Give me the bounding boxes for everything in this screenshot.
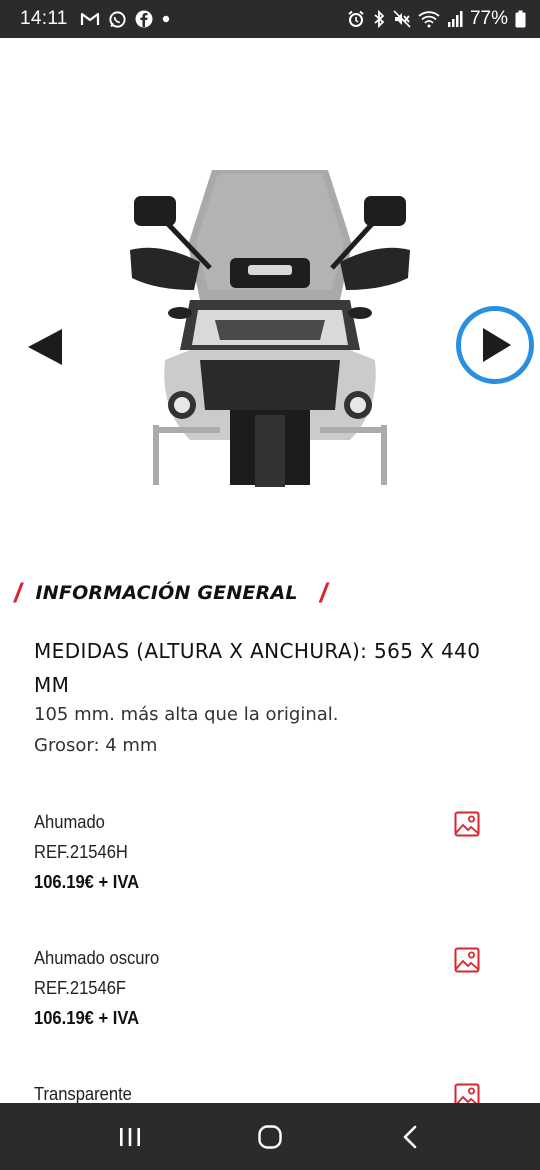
spec-title: MEDIDAS (ALTURA X ANCHURA): 565 X 440 MM	[34, 639, 481, 697]
back-button[interactable]	[380, 1112, 440, 1162]
product-carousel	[0, 38, 540, 548]
system-nav-bar	[0, 1103, 540, 1170]
prev-arrow-icon	[28, 329, 62, 365]
gallery-image-icon[interactable]	[454, 1083, 480, 1103]
battery-percent: 77%	[469, 8, 508, 29]
recent-apps-icon	[120, 1127, 140, 1146]
recent-apps-button[interactable]	[100, 1112, 160, 1162]
variant-name: Ahumado	[34, 812, 105, 832]
mute-icon	[393, 10, 411, 28]
bluetooth-icon	[372, 10, 386, 28]
battery-icon	[515, 10, 526, 28]
spec-height-note: 105 mm. más alta que la original.	[34, 704, 339, 725]
variant-name: Transparente	[34, 1084, 132, 1103]
home-icon	[258, 1124, 282, 1149]
alarm-icon	[347, 10, 365, 28]
wifi-icon	[418, 10, 440, 28]
status-time: 14:11	[20, 8, 68, 29]
heading-slash-right: /	[319, 577, 328, 608]
section-heading: / INFORMACIÓN GENERAL /	[14, 576, 526, 610]
next-arrow-icon	[483, 328, 511, 362]
heading-slash-left: /	[14, 577, 22, 608]
variant-price: 106.19€ + IVA	[34, 1008, 140, 1028]
gallery-image-icon[interactable]	[454, 811, 480, 837]
gallery-image-icon[interactable]	[454, 947, 480, 973]
facebook-icon	[135, 10, 153, 28]
variant-item: Transparente	[34, 1079, 504, 1103]
gmail-icon	[80, 11, 100, 27]
status-left: 14:11	[20, 8, 171, 30]
home-button[interactable]	[240, 1112, 300, 1162]
variant-item: Ahumado oscuro REF.21546F 106.19€ + IVA	[34, 943, 504, 1053]
motorcycle-windscreen-image	[120, 150, 420, 490]
back-icon	[403, 1125, 417, 1148]
prev-button[interactable]	[22, 324, 68, 370]
variant-item: Ahumado REF.21546H 106.19€ + IVA	[34, 807, 504, 917]
dot-icon	[161, 14, 171, 24]
signal-icon	[447, 10, 463, 28]
variant-name: Ahumado oscuro	[34, 948, 160, 968]
status-right: 77%	[347, 8, 526, 30]
variant-ref: REF.21546H	[34, 842, 128, 862]
next-button[interactable]	[456, 306, 534, 384]
variant-ref: REF.21546F	[34, 978, 127, 998]
status-bar: 14:11 77%	[0, 0, 540, 38]
spec-thickness: Grosor: 4 mm	[34, 735, 158, 756]
variant-price: 106.19€ + IVA	[34, 872, 140, 892]
whatsapp-icon	[108, 10, 127, 29]
section-title: INFORMACIÓN GENERAL	[35, 582, 298, 604]
